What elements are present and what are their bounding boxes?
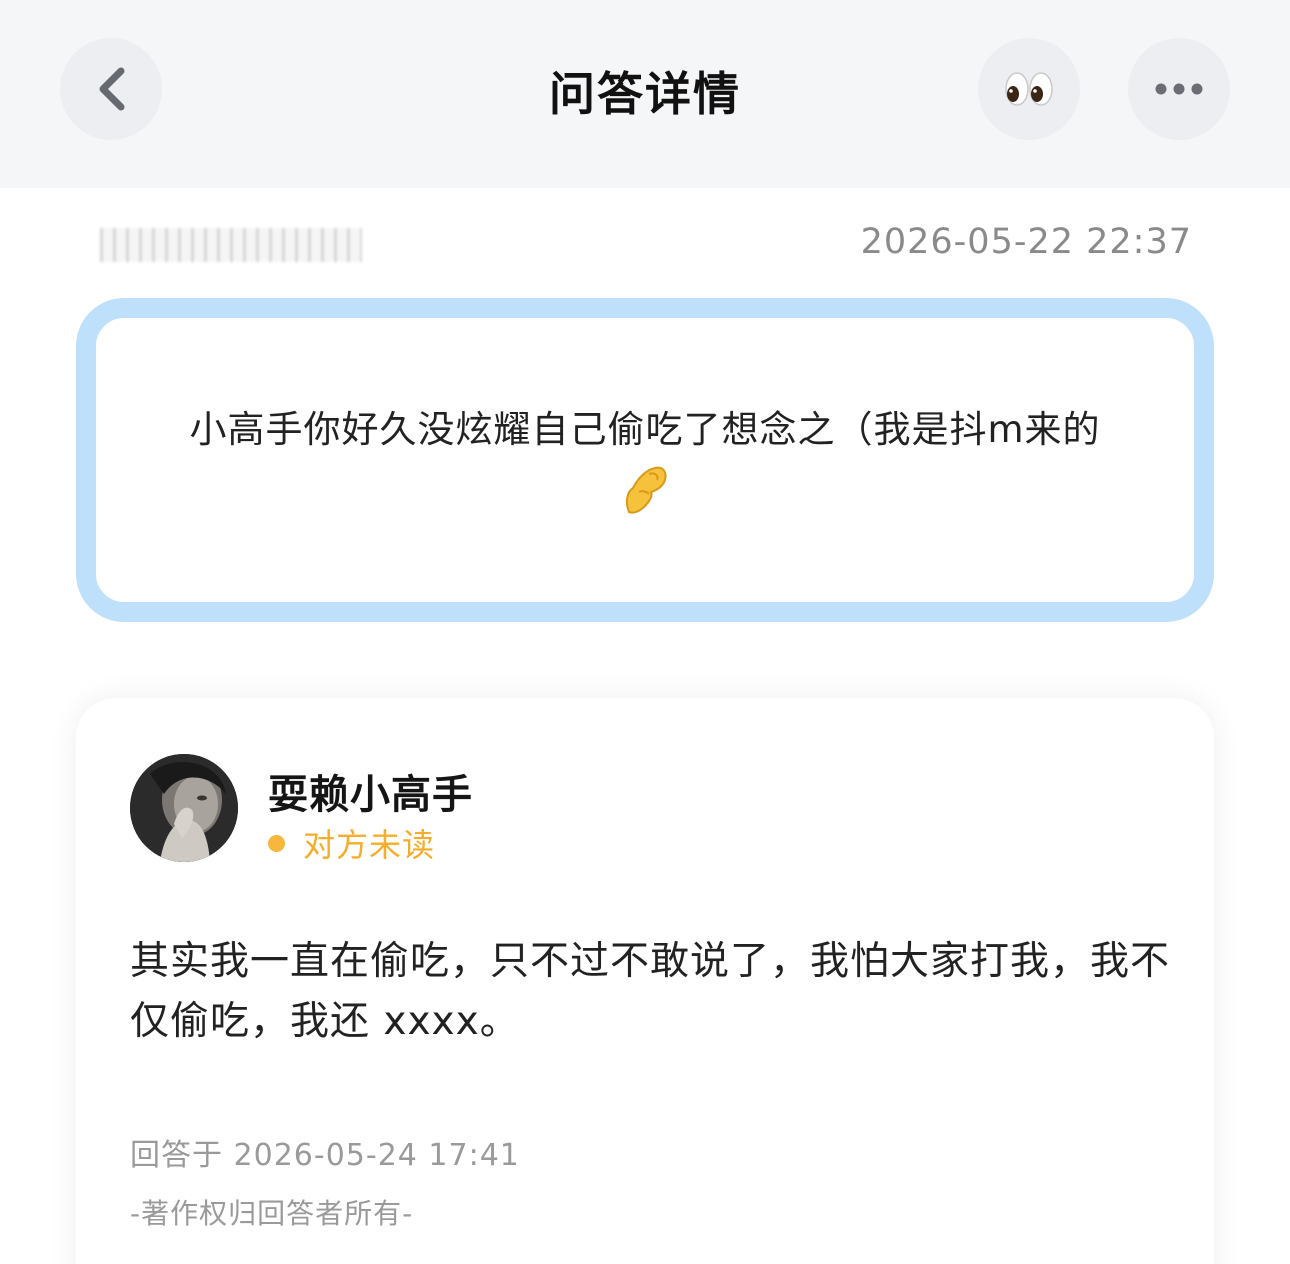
top-navigation-bar: 问答详情: [0, 0, 1290, 188]
chevron-left-icon: [99, 67, 125, 111]
pinched-fingers-icon: [619, 462, 671, 520]
back-button[interactable]: [60, 38, 162, 140]
answer-card: 耍赖小高手 对方未读 其实我一直在偷吃，只不过不敢说了，我怕大家打我，我不仅偷吃…: [76, 698, 1214, 1264]
more-dots-icon: [1155, 83, 1203, 95]
answer-text: 其实我一直在偷吃，只不过不敢说了，我怕大家打我，我不仅偷吃，我还 xxxx。: [130, 939, 1171, 1044]
eyes-emoji-icon: [1005, 72, 1053, 106]
asker-name-blurred: [100, 228, 362, 262]
avatar[interactable]: [130, 754, 238, 862]
question-card: 小高手你好久没炫耀自己偷吃了想念之（我是抖m来的: [76, 298, 1214, 622]
page-title: 问答详情: [549, 67, 741, 121]
more-button[interactable]: [1128, 38, 1230, 140]
eyes-button[interactable]: [978, 38, 1080, 140]
question-time: 2026-05-22 22:37: [860, 222, 1192, 262]
answerer-name[interactable]: 耍赖小高手: [268, 762, 473, 820]
question-text: 小高手你好久没炫耀自己偷吃了想念之（我是抖m来的: [189, 408, 1101, 451]
answer-time: 回答于 2026-05-24 17:41: [130, 1138, 520, 1173]
copyright-notice: -著作权归回答者所有-: [130, 1197, 414, 1230]
read-status: 对方未读: [268, 820, 435, 866]
status-text: 对方未读: [303, 826, 436, 864]
status-dot: [268, 834, 285, 852]
